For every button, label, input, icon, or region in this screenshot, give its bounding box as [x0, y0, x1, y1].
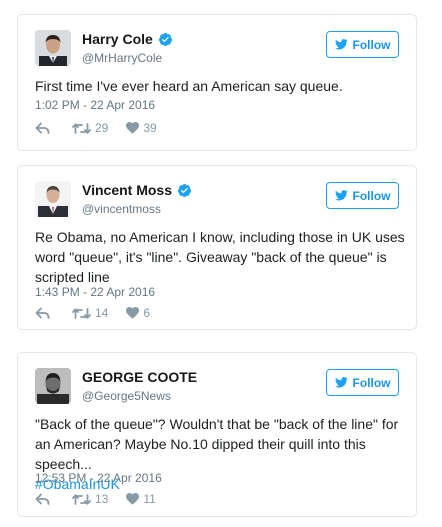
author-name[interactable]: Harry Cole	[82, 31, 153, 47]
avatar[interactable]	[35, 368, 71, 404]
reply-button[interactable]	[35, 307, 50, 320]
author-name[interactable]: Vincent Moss	[82, 182, 172, 198]
tweet-text: First time I've ever heard an American s…	[35, 76, 405, 96]
author-name[interactable]: GEORGE COOTE	[82, 369, 197, 385]
verified-badge-icon	[177, 183, 192, 198]
follow-label: Follow	[352, 37, 391, 52]
like-button[interactable]: 6	[126, 306, 150, 320]
tweet-card: Vincent Moss @vincentmoss Follow Re Obam…	[17, 165, 417, 330]
tweet-actions: 13 11	[35, 492, 156, 506]
author-handle[interactable]: @MrHarryCole	[82, 51, 162, 65]
author-handle[interactable]: @vincentmoss	[82, 202, 161, 216]
retweet-icon	[72, 493, 91, 506]
tweet-timestamp[interactable]: 12:53 PM - 22 Apr 2016	[35, 471, 162, 485]
twitter-bird-icon	[334, 190, 348, 201]
like-button[interactable]: 39	[126, 121, 157, 135]
follow-button[interactable]: Follow	[326, 182, 399, 209]
tweet-actions: 14 6	[35, 306, 150, 320]
like-count: 6	[143, 306, 151, 320]
tweet-body: "Back of the queue"? Wouldn't that be "b…	[35, 416, 399, 472]
author-handle[interactable]: @George5News	[82, 389, 171, 403]
retweet-icon	[72, 122, 91, 135]
like-count: 11	[143, 492, 156, 506]
like-button[interactable]: 11	[126, 492, 156, 506]
retweet-button[interactable]: 14	[72, 306, 108, 320]
reply-icon	[35, 493, 50, 506]
avatar[interactable]	[35, 30, 71, 66]
tweet-body: First time I've ever heard an American s…	[35, 78, 343, 94]
retweet-icon	[72, 307, 91, 320]
retweet-count: 13	[95, 492, 109, 506]
twitter-bird-icon	[334, 39, 348, 50]
tweet-timestamp[interactable]: 1:02 PM - 22 Apr 2016	[35, 98, 155, 112]
verified-badge-icon	[158, 32, 173, 47]
retweet-button[interactable]: 29	[72, 121, 108, 135]
tweet-actions: 29 39	[35, 121, 157, 135]
tweet-card: Harry Cole @MrHarryCole Follow First tim…	[17, 14, 417, 151]
retweet-count: 14	[95, 306, 109, 320]
tweet-timestamp[interactable]: 1:43 PM - 22 Apr 2016	[35, 285, 155, 299]
heart-icon	[126, 307, 140, 319]
avatar[interactable]	[35, 181, 71, 217]
follow-label: Follow	[352, 188, 391, 203]
twitter-bird-icon	[334, 377, 348, 388]
reply-icon	[35, 122, 50, 135]
like-count: 39	[143, 121, 157, 135]
follow-button[interactable]: Follow	[326, 369, 399, 396]
follow-label: Follow	[352, 375, 391, 390]
tweet-body: Re Obama, no American I know, including …	[35, 229, 405, 285]
reply-button[interactable]	[35, 122, 50, 135]
retweet-button[interactable]: 13	[72, 492, 108, 506]
tweet-card: GEORGE COOTE @George5News Follow "Back o…	[17, 352, 417, 517]
follow-button[interactable]: Follow	[326, 31, 399, 58]
reply-icon	[35, 307, 50, 320]
tweet-text: Re Obama, no American I know, including …	[35, 227, 405, 287]
heart-icon	[126, 122, 140, 134]
heart-icon	[126, 493, 140, 505]
retweet-count: 29	[95, 121, 109, 135]
reply-button[interactable]	[35, 493, 50, 506]
